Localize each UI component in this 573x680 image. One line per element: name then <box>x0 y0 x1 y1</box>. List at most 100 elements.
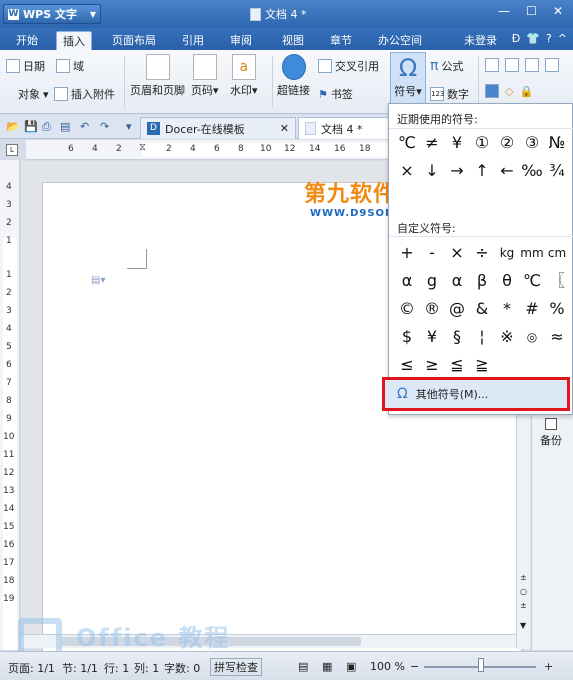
tab-view[interactable]: 视图 <box>276 31 310 50</box>
symbol-item[interactable]: ¾ <box>545 160 569 182</box>
symbol-item[interactable]: ≠ <box>420 132 444 154</box>
save-icon[interactable]: 💾 <box>24 120 38 133</box>
symbol-item[interactable]: 〖 <box>545 270 569 292</box>
paste-options-icon[interactable]: ▤▾ <box>91 275 105 286</box>
symbol-item[interactable]: - <box>420 242 444 264</box>
symbol-item[interactable]: ‰ <box>520 160 544 182</box>
cross-reference-button[interactable]: 交叉引用 <box>318 58 379 74</box>
symbol-item[interactable]: % <box>545 298 569 320</box>
symbol-item[interactable]: $ <box>395 326 419 348</box>
print-icon[interactable]: ⎙ <box>42 120 51 134</box>
maximize-icon[interactable]: ☐ <box>526 4 537 18</box>
symbol-item[interactable]: ® <box>420 298 444 320</box>
close-icon[interactable]: ✕ <box>553 4 563 18</box>
watermark-button[interactable]: a 水印▾ <box>230 54 258 98</box>
symbol-item[interactable]: & <box>470 298 494 320</box>
collapse-icon[interactable]: ^ <box>558 32 567 45</box>
tab-chapter[interactable]: 章节 <box>324 31 358 50</box>
symbol-item[interactable]: ② <box>495 132 519 154</box>
scroll-next-icon[interactable]: ± <box>520 601 527 610</box>
skin-icon[interactable]: Ð <box>512 32 521 45</box>
symbol-item[interactable]: θ <box>495 270 519 292</box>
doc-tab-docer[interactable]: D Docer-在线模板 ✕ <box>140 117 296 139</box>
symbol-item[interactable]: § <box>445 326 469 348</box>
symbol-item[interactable]: ≦ <box>445 354 469 376</box>
zoom-out-icon[interactable]: − <box>410 660 419 673</box>
symbol-item[interactable]: ③ <box>520 132 544 154</box>
symbol-item[interactable]: ≧ <box>470 354 494 376</box>
symbol-button[interactable]: Ω 符号▾ <box>390 52 426 110</box>
symbol-item[interactable]: ◎ <box>520 326 544 348</box>
object-button[interactable]: 对象 ▾ <box>18 86 49 102</box>
more-symbols-button[interactable]: Ω 其他符号(M)... <box>382 377 570 411</box>
symbol-item[interactable]: ≤ <box>395 354 419 376</box>
number-button[interactable]: 123 数字 <box>430 86 469 102</box>
symbol-item[interactable]: # <box>520 298 544 320</box>
tab-review[interactable]: 审阅 <box>224 31 258 50</box>
symbol-item[interactable]: ※ <box>495 326 519 348</box>
close-tab-icon[interactable]: ✕ <box>280 122 289 135</box>
date-button[interactable]: 日期 <box>6 58 45 74</box>
field-button[interactable]: 域 <box>56 58 84 74</box>
symbol-item[interactable]: ¥ <box>445 132 469 154</box>
indent-marker-icon[interactable]: ⧖ <box>139 142 146 153</box>
vertical-ruler[interactable]: 4 3 2 1 1 2 3 4 5 6 7 8 9 10 11 12 13 14… <box>0 160 20 650</box>
zoom-in-icon[interactable]: + <box>544 660 553 673</box>
symbol-item[interactable]: ① <box>470 132 494 154</box>
table-icon[interactable] <box>525 58 539 72</box>
ruler-corner-toggle[interactable]: L <box>6 144 18 156</box>
symbol-item[interactable]: ¦ <box>470 326 494 348</box>
page-number-button[interactable]: 页码▾ <box>191 54 219 98</box>
form-icon[interactable] <box>545 58 559 72</box>
undo-icon[interactable]: ↶ <box>80 120 89 133</box>
symbol-item[interactable]: mm <box>520 242 544 264</box>
symbol-item[interactable]: × <box>395 160 419 182</box>
symbol-item[interactable]: ↓ <box>420 160 444 182</box>
symbol-item[interactable]: ÷ <box>470 242 494 264</box>
symbol-item[interactable]: kg <box>495 242 519 264</box>
scroll-prev-icon[interactable]: ± <box>520 573 527 582</box>
symbol-item[interactable]: ≈ <box>545 326 569 348</box>
symbol-item[interactable]: № <box>545 132 569 154</box>
horizontal-ruler[interactable]: 6 4 2 2 4 6 8 10 12 14 16 18 ⧖ <box>26 140 390 160</box>
frame-icon[interactable] <box>485 84 499 98</box>
symbol-item[interactable]: ¥ <box>420 326 444 348</box>
login-link[interactable]: 未登录 <box>464 32 497 48</box>
checkbox-icon[interactable] <box>505 58 519 72</box>
symbol-item[interactable]: ℃ <box>395 132 419 154</box>
symbol-item[interactable]: ← <box>495 160 519 182</box>
preview-icon[interactable]: ▤ <box>60 120 70 133</box>
scroll-select-icon[interactable]: ○ <box>520 587 527 596</box>
open-folder-icon[interactable]: 📂 <box>6 120 20 133</box>
symbol-item[interactable]: × <box>445 242 469 264</box>
lock-icon[interactable]: 🔒 <box>519 85 533 98</box>
symbol-item[interactable]: © <box>395 298 419 320</box>
symbol-item[interactable]: α <box>445 270 469 292</box>
spell-check-button[interactable]: 拼写检查 <box>210 658 262 676</box>
app-menu-button[interactable]: W WPS 文字 ▼ <box>3 4 101 24</box>
tab-office-space[interactable]: 办公空间 <box>372 31 428 50</box>
tab-insert[interactable]: 插入 <box>56 31 92 50</box>
scroll-down-icon[interactable]: ▼ <box>520 621 526 630</box>
symbol-item[interactable]: ↑ <box>470 160 494 182</box>
shirt-icon[interactable]: 👕 <box>526 32 540 45</box>
insert-attachment-button[interactable]: 插入附件 <box>54 86 115 102</box>
textbox-icon[interactable] <box>485 58 499 72</box>
symbol-item[interactable]: g <box>420 270 444 292</box>
redo-icon[interactable]: ↷ <box>100 120 109 133</box>
zoom-level[interactable]: 100 % <box>370 660 405 673</box>
symbol-item[interactable]: → <box>445 160 469 182</box>
outline-view-icon[interactable]: ▦ <box>322 660 332 673</box>
quick-access-dropdown-icon[interactable]: ▾ <box>126 120 132 133</box>
symbol-item[interactable]: β <box>470 270 494 292</box>
header-footer-button[interactable]: 页眉和页脚 <box>130 54 185 98</box>
tab-home[interactable]: 开始 <box>10 31 44 50</box>
tab-references[interactable]: 引用 <box>176 31 210 50</box>
symbol-item[interactable]: + <box>395 242 419 264</box>
symbol-item[interactable]: ℃ <box>520 270 544 292</box>
symbol-item[interactable]: ≥ <box>420 354 444 376</box>
symbol-item[interactable]: * <box>495 298 519 320</box>
minimize-icon[interactable]: — <box>498 4 510 18</box>
symbol-item[interactable]: @ <box>445 298 469 320</box>
backup-button[interactable]: 备份 <box>540 418 562 448</box>
